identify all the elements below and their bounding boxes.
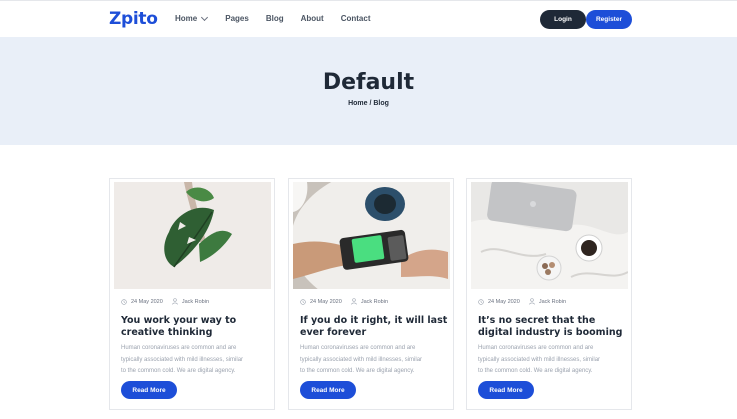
brand-logo[interactable]: Zpito (109, 9, 158, 29)
post-author-name: Jack Robin (360, 298, 389, 305)
nav-item-home[interactable]: Home (175, 13, 209, 23)
nav-item-label: Pages (225, 14, 249, 23)
post-author[interactable]: Jack Robin (351, 298, 388, 305)
post-meta: 24 May 2020 Jack Robin (121, 298, 209, 305)
laptop-coffee-on-bed-photo[interactable] (471, 182, 628, 289)
nav-item-label: Blog (265, 14, 284, 23)
post-title[interactable]: If you do it right, it will last ever fo… (300, 315, 450, 339)
post-author[interactable]: Jack Robin (529, 298, 566, 305)
nav-item-pages[interactable]: Pages (225, 14, 249, 23)
page-title: Default (322, 70, 415, 95)
post-title[interactable]: You work your way to creative thinking (121, 315, 271, 339)
read-more-button[interactable]: Read More (300, 381, 356, 399)
post-date: 24 May 2020 (310, 298, 342, 305)
nav-item-blog[interactable]: Blog (266, 14, 284, 23)
user-icon (172, 298, 178, 305)
post-author-name: Jack Robin (181, 298, 210, 305)
post-title[interactable]: It’s no secret that the digital industry… (478, 315, 628, 339)
blog-card: 24 May 2020 Jack Robin If you do it righ… (288, 178, 454, 410)
post-author-name: Jack Robin (538, 298, 567, 305)
main-nav: Home Pages Blog About Contact (175, 13, 371, 23)
nav-item-label: Home (175, 14, 198, 23)
user-icon (529, 298, 535, 305)
post-meta: 24 May 2020 Jack Robin (300, 298, 388, 305)
chevron-down-icon (201, 13, 209, 21)
post-meta: 24 May 2020 Jack Robin (478, 298, 566, 305)
post-date: 24 May 2020 (131, 298, 163, 305)
site-header: Zpito Home Pages Blog About Contact Logi… (0, 0, 737, 37)
card-payment-terminal-photo[interactable] (293, 182, 450, 289)
read-more-button[interactable]: Read More (478, 381, 534, 399)
clock-icon (300, 298, 306, 305)
breadcrumb[interactable]: Home / Blog (0, 100, 737, 107)
post-excerpt: Human coronaviruses are common and are t… (121, 345, 244, 374)
page-hero: Default Home / Blog (0, 37, 737, 145)
nav-item-label: About (300, 14, 324, 23)
clock-icon (478, 298, 484, 305)
post-author[interactable]: Jack Robin (172, 298, 209, 305)
blog-card: 24 May 2020 Jack Robin You work your way… (109, 178, 275, 410)
register-button[interactable]: Register (586, 10, 632, 29)
post-date: 24 May 2020 (488, 298, 520, 305)
nav-item-contact[interactable]: Contact (341, 14, 371, 23)
nav-item-label: Contact (340, 14, 371, 23)
read-more-button[interactable]: Read More (121, 381, 177, 399)
hand-holding-plant-photo[interactable] (114, 182, 271, 289)
nav-item-about[interactable]: About (301, 14, 324, 23)
login-button[interactable]: Login (540, 10, 586, 29)
post-excerpt: Human coronaviruses are common and are t… (478, 345, 601, 374)
user-icon (351, 298, 357, 305)
clock-icon (121, 298, 127, 305)
blog-card: 24 May 2020 Jack Robin It’s no secret th… (466, 178, 632, 410)
post-excerpt: Human coronaviruses are common and are t… (300, 345, 423, 374)
